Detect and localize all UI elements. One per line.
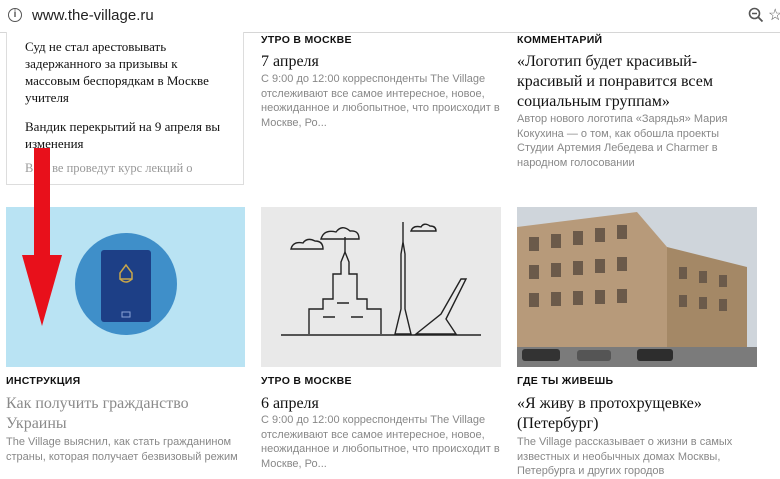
card-category[interactable]: УТРО В МОСКВЕ xyxy=(261,34,352,46)
card-category[interactable]: КОММЕНТАРИЙ xyxy=(517,34,602,46)
passport-illustration[interactable] xyxy=(6,207,245,367)
building-photo[interactable] xyxy=(517,207,757,367)
card-title[interactable]: Как получить гражданство Украины xyxy=(6,394,221,434)
card-title[interactable]: 6 апреля xyxy=(261,394,501,414)
card-title[interactable]: 7 апреля xyxy=(261,52,501,72)
card-category[interactable]: УТРО В МОСКВЕ xyxy=(261,375,352,387)
card-category[interactable]: ИНСТРУКЦИЯ xyxy=(6,375,80,387)
card-title[interactable]: «Я живу в протохрущевке» (Петербург) xyxy=(517,394,747,434)
site-info-icon[interactable]: i xyxy=(8,8,22,22)
card-description: Автор нового логотипа «Зарядья» Мария Ко… xyxy=(517,113,728,169)
zoom-icon[interactable] xyxy=(748,7,764,23)
address-bar[interactable]: i www.the-village.ru ☆ xyxy=(0,0,780,33)
news-item[interactable]: Суд не стал арестовывать задержанного за… xyxy=(25,38,235,106)
card-category[interactable]: ГДЕ ТЫ ЖИВЕШЬ xyxy=(517,375,613,387)
card-description: С 9:00 до 12:00 корреспонденты The Villa… xyxy=(261,414,500,470)
bookmark-star-icon[interactable]: ☆ xyxy=(768,5,780,25)
url-text[interactable]: www.the-village.ru xyxy=(32,7,154,24)
news-item[interactable]: В … ве проведут курс лекций о xyxy=(25,160,235,177)
card-description: The Village рассказывает о жизни в самых… xyxy=(517,436,733,477)
card-description: С 9:00 до 12:00 корреспонденты The Villa… xyxy=(261,73,500,129)
news-list-card: Суд не стал арестовывать задержанного за… xyxy=(6,32,244,185)
card-description: The Village выяснил, как стать гражданин… xyxy=(6,436,238,463)
news-item[interactable]: Вандик перекрытий на 9 апреля вы изменен… xyxy=(25,118,235,152)
moscow-skyline-illustration[interactable] xyxy=(261,207,501,367)
card-title[interactable]: «Логотип будет красивый-красивый и понра… xyxy=(517,52,732,112)
